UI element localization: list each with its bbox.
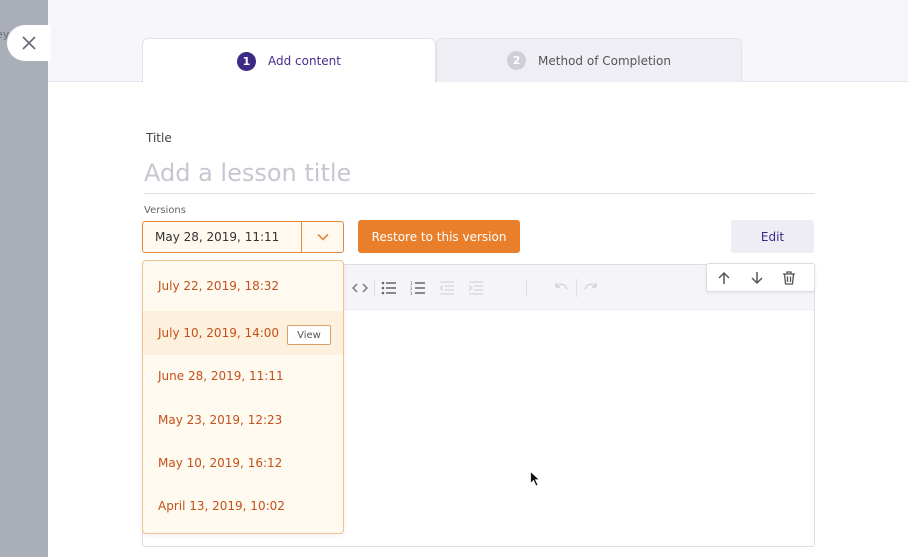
outdent-icon[interactable] (437, 279, 457, 297)
arrow-up-icon[interactable] (715, 270, 733, 286)
arrow-down-icon[interactable] (748, 270, 766, 286)
version-option[interactable]: July 10, 2019, 14:00 View (143, 311, 343, 355)
trash-icon[interactable] (780, 270, 798, 286)
selected-version: May 28, 2019, 11:11 (155, 230, 280, 244)
block-controls (706, 263, 815, 292)
view-version-button[interactable]: View (287, 325, 331, 345)
code-icon[interactable] (350, 279, 370, 297)
backdrop: ey (0, 0, 48, 557)
version-dropdown-menu: July 22, 2019, 18:32 July 10, 2019, 14:0… (142, 260, 344, 534)
tab-method-of-completion[interactable]: 2 Method of Completion (436, 38, 742, 82)
version-option[interactable]: April 13, 2019, 10:02 (143, 484, 343, 528)
toolbar-divider (374, 279, 375, 297)
version-option[interactable]: May 10, 2019, 16:12 (143, 441, 343, 485)
version-select[interactable]: May 28, 2019, 11:11 (142, 221, 344, 253)
tab-label: Method of Completion (538, 53, 671, 68)
tab-label: Add content (268, 54, 341, 68)
svg-text:3: 3 (410, 291, 413, 295)
close-icon (22, 36, 36, 50)
step-number-badge: 1 (237, 51, 256, 71)
lesson-title-input[interactable] (144, 152, 815, 194)
numbered-list-icon[interactable]: 123 (408, 279, 428, 297)
bulleted-list-icon[interactable] (379, 279, 399, 297)
close-button[interactable] (7, 25, 51, 61)
tab-add-content[interactable]: 1 Add content (142, 38, 436, 83)
version-option[interactable]: May 23, 2019, 12:23 (143, 398, 343, 442)
step-number-badge: 2 (507, 51, 527, 70)
mouse-cursor-icon (530, 471, 540, 487)
redo-icon[interactable] (581, 279, 601, 297)
chevron-down-icon (316, 233, 329, 241)
restore-version-button[interactable]: Restore to this version (358, 220, 520, 253)
toolbar-divider (526, 279, 527, 297)
indent-icon[interactable] (466, 279, 486, 297)
versions-label: Versions (144, 205, 186, 216)
version-option-label: July 10, 2019, 14:00 (158, 326, 280, 340)
version-option[interactable]: June 28, 2019, 11:11 (143, 354, 343, 398)
undo-icon[interactable] (551, 279, 571, 297)
version-option[interactable]: July 22, 2019, 18:32 (143, 264, 343, 308)
edit-button[interactable]: Edit (731, 220, 814, 253)
lesson-editor-panel: 1 Add content 2 Method of Completion Tit… (48, 0, 908, 557)
toolbar-divider (576, 279, 577, 297)
title-label: Title (146, 131, 172, 145)
version-dropdown-toggle[interactable] (301, 222, 343, 252)
